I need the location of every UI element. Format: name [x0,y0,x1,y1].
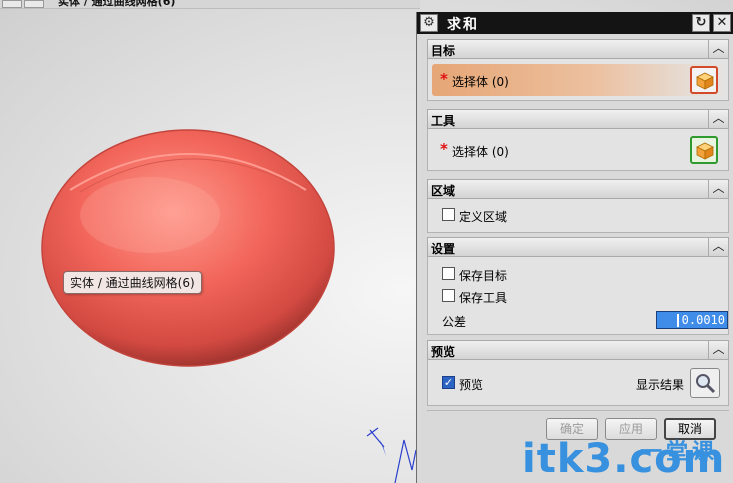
chevron-up-icon[interactable]: ︿ [708,340,728,360]
text-caret [676,314,679,327]
select-tool-body[interactable]: * 选择体 (0) [432,134,724,166]
divider [427,410,729,411]
section-body-settings: 保存目标 保存工具 公差 0.0010 [427,257,729,335]
tolerance-label: 公差 [442,315,467,329]
triad-lines [394,439,417,483]
magnifier-icon [696,374,716,394]
chevron-up-icon[interactable]: ︿ [708,109,728,129]
select-target-body[interactable]: * 选择体 (0) [432,64,724,96]
dialog-title: 求和 [447,17,479,33]
tolerance-value: 0.0010 [681,313,725,327]
unite-dialog: ⚙ 求和 ↻ ✕ 目标 ︿ * 选择体 (0) 工具 ︿ * 选择体 (0) 区… [416,12,733,483]
watermark-cn: 一堂课 [640,440,719,465]
reset-icon[interactable]: ↻ [692,14,710,32]
specular-highlight [80,177,220,253]
show-result-button[interactable] [690,368,720,398]
checkbox[interactable] [442,208,455,221]
site-watermark: itk3.com 一堂课 [522,436,725,482]
body-tooltip: 实体 / 通过曲线网格(6) [63,271,202,294]
cube-icon [696,142,714,160]
tolerance-input[interactable]: 0.0010 [656,311,728,329]
chevron-up-icon[interactable]: ︿ [708,237,728,257]
checkbox[interactable] [442,267,455,280]
section-title: 目标 [431,44,456,58]
section-body-region: 定义区域 [427,199,729,233]
section-body-tool: * 选择体 (0) [427,129,729,171]
section-body-preview: ✓ 预览 显示结果 [427,360,729,406]
checkbox-label: 保存目标 [459,269,508,283]
checkbox-label: 定义区域 [459,210,508,224]
chevron-up-icon[interactable]: ︿ [708,179,728,199]
checkbox-label: 保存工具 [459,291,508,305]
close-icon[interactable]: ✕ [713,14,731,32]
select-body-button[interactable] [690,66,718,94]
section-header-tool[interactable]: 工具 ︿ [427,109,729,129]
required-star: * [440,70,448,88]
section-title: 设置 [431,242,456,256]
required-star: * [440,140,448,158]
axis-line [366,427,379,437]
checkbox[interactable] [442,289,455,302]
dialog-titlebar[interactable]: ⚙ 求和 ↻ ✕ [417,12,733,34]
section-header-settings[interactable]: 设置 ︿ [427,237,729,257]
checkbox-checked[interactable]: ✓ [442,376,455,389]
select-label: 选择体 (0) [452,75,509,89]
section-title: 工具 [431,114,456,128]
section-header-region[interactable]: 区域 ︿ [427,179,729,199]
select-body-button[interactable] [690,136,718,164]
show-result-label: 显示结果 [636,378,685,392]
cube-icon [696,72,714,90]
solid-body[interactable] [41,129,335,367]
section-header-preview[interactable]: 预览 ︿ [427,340,729,360]
section-body-target: * 选择体 (0) [427,59,729,101]
gear-icon[interactable]: ⚙ [420,14,438,32]
select-label: 选择体 (0) [452,145,509,159]
checkbox-label: 预览 [459,378,484,392]
chevron-up-icon[interactable]: ︿ [708,39,728,59]
section-header-target[interactable]: 目标 ︿ [427,39,729,59]
section-title: 区域 [431,184,456,198]
section-title: 预览 [431,345,456,359]
